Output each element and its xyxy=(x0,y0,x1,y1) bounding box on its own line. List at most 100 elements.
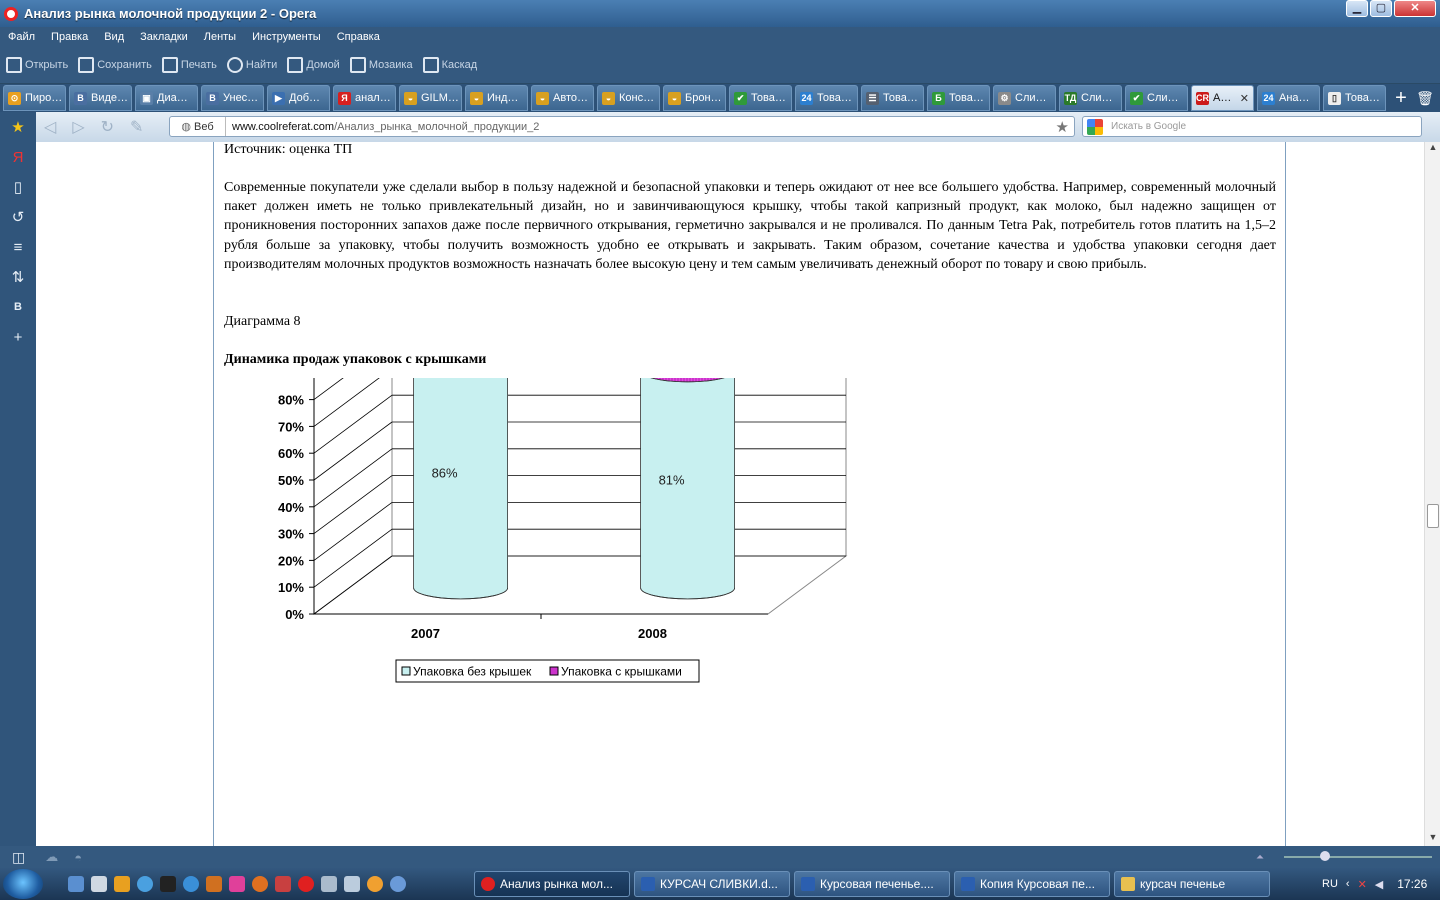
start-button[interactable] xyxy=(3,869,43,899)
globe-icon[interactable] xyxy=(183,876,199,892)
task-folder[interactable]: курсач печенье xyxy=(1114,871,1270,897)
search-input[interactable]: Искать в Google xyxy=(1082,116,1422,137)
tab-4[interactable]: ▶ Доб… xyxy=(267,85,330,111)
yandex-icon[interactable]: Я xyxy=(0,142,36,172)
view-icon[interactable]: ⏶ xyxy=(1256,852,1264,863)
menu-view[interactable]: Вид xyxy=(96,31,132,43)
volume-icon[interactable]: ◀ xyxy=(1375,878,1383,891)
edit-icon[interactable]: ✎ xyxy=(130,117,143,137)
scroll-down-icon[interactable]: ▼ xyxy=(1425,832,1440,846)
forward-icon[interactable]: ▷ xyxy=(72,117,84,137)
cloud-icon[interactable]: ☁ xyxy=(45,849,58,865)
tab-11[interactable]: ✔ Това… xyxy=(729,85,792,111)
tab-20[interactable]: ▯ Това… xyxy=(1323,85,1386,111)
menu-help[interactable]: Справка xyxy=(329,31,388,43)
tab-19[interactable]: 24 Ана… xyxy=(1257,85,1320,111)
trash-icon[interactable]: 🗑 xyxy=(1413,90,1437,107)
save-button[interactable]: Сохранить xyxy=(78,57,152,73)
opera-icon[interactable] xyxy=(298,876,314,892)
network-status-icon[interactable]: ✕ xyxy=(1358,878,1367,891)
zoom-slider-knob[interactable] xyxy=(1320,851,1330,861)
opera-logo-icon xyxy=(4,6,18,21)
turbo-icon[interactable]: ◓ xyxy=(74,850,82,865)
terminal-icon[interactable] xyxy=(160,876,176,892)
task-word-3[interactable]: Копия Курсовая пе... xyxy=(954,871,1110,897)
y-tick-label: 70% xyxy=(278,419,304,434)
firefox-icon[interactable] xyxy=(252,876,268,892)
tab-10[interactable]: ◒ Брон… xyxy=(663,85,726,111)
reload-icon[interactable]: ↻ xyxy=(101,117,114,137)
tab-16[interactable]: ТД Сли… xyxy=(1059,85,1122,111)
history-icon[interactable]: ↺ xyxy=(0,202,36,232)
vk-icon[interactable]: B xyxy=(0,292,36,322)
minimize-button[interactable]: ▁ xyxy=(1346,0,1368,17)
tab-9[interactable]: ◒ Конс… xyxy=(597,85,660,111)
explorer-icon[interactable] xyxy=(68,876,84,892)
web-badge[interactable]: ◍ Веб xyxy=(170,117,226,136)
transfers-icon[interactable]: ⇅ xyxy=(0,262,36,292)
tab-1[interactable]: B Виде… xyxy=(69,85,132,111)
print-button[interactable]: Печать xyxy=(161,57,217,73)
menu-tools[interactable]: Инструменты xyxy=(244,31,329,43)
scroll-up-icon[interactable]: ▲ xyxy=(1425,142,1440,156)
language-indicator[interactable]: RU xyxy=(1322,878,1338,890)
tab-12[interactable]: 24 Това… xyxy=(795,85,858,111)
tab-14[interactable]: Б Това… xyxy=(927,85,990,111)
device-icon[interactable] xyxy=(321,876,337,892)
notes-book-icon[interactable]: ▯ xyxy=(0,172,36,202)
tab-18[interactable]: CR А… ✕ xyxy=(1191,85,1254,111)
menu-bookmarks[interactable]: Закладки xyxy=(132,31,196,43)
printer-icon[interactable] xyxy=(344,876,360,892)
feeds-icon[interactable]: ≡ xyxy=(0,232,36,262)
back-icon[interactable]: ◁ xyxy=(44,117,56,137)
tab-label: Сли… xyxy=(1147,92,1179,104)
menu-edit[interactable]: Правка xyxy=(43,31,96,43)
find-button[interactable]: Найти xyxy=(226,57,277,73)
tab-2[interactable]: ▣ Диа… xyxy=(135,85,198,111)
tab-15[interactable]: ⚙ Сли… xyxy=(993,85,1056,111)
menu-feeds[interactable]: Ленты xyxy=(196,31,244,43)
ie-icon[interactable] xyxy=(137,876,153,892)
open-label: Открыть xyxy=(25,59,69,71)
home-button[interactable]: Домой xyxy=(287,57,340,73)
legend-label: Упаковка без крышек xyxy=(413,665,532,679)
photo-icon[interactable] xyxy=(206,876,222,892)
maximize-button[interactable]: ▢ xyxy=(1370,0,1392,17)
url-input[interactable]: ◍ Веб www.coolreferat.com/Анализ_рынка_мо… xyxy=(169,116,1075,137)
tab-5[interactable]: Яанал… xyxy=(333,85,396,111)
tab-3[interactable]: B Унес… xyxy=(201,85,264,111)
zoom-slider[interactable] xyxy=(1284,856,1432,858)
bow-icon[interactable] xyxy=(229,876,245,892)
menu-file[interactable]: Файл xyxy=(0,31,43,43)
bookmarks-star-icon[interactable]: ★ xyxy=(0,112,36,142)
close-button[interactable]: ✕ xyxy=(1394,0,1436,17)
scroll-thumb[interactable] xyxy=(1427,504,1439,528)
open-button[interactable]: Открыть xyxy=(6,57,68,73)
desktop-icon[interactable] xyxy=(91,876,107,892)
tab-8[interactable]: ◒ Авто… xyxy=(531,85,594,111)
store-icon[interactable] xyxy=(275,876,291,892)
tab-0[interactable]: ⊙ Пиро… xyxy=(3,85,66,111)
network-icon[interactable] xyxy=(390,876,406,892)
add-panel-icon[interactable]: + xyxy=(0,322,36,352)
panel-toggle-icon[interactable]: ◫ xyxy=(12,849,25,866)
chrome-icon[interactable] xyxy=(367,876,383,892)
cascade-button[interactable]: Каскад xyxy=(422,57,477,73)
tab-bar: ⊙ Пиро… B Виде… ▣ Диа… B Унес… ▶ Доб… Яанал… ◒ GILM…… xyxy=(0,84,1440,112)
tab-17[interactable]: ✔ Сли… xyxy=(1125,85,1188,111)
bookmark-star-icon[interactable]: ★ xyxy=(1056,118,1069,136)
task-word-1[interactable]: КУРСАЧ СЛИВКИ.d... xyxy=(634,871,790,897)
task-word-2[interactable]: Курсовая печенье.... xyxy=(794,871,950,897)
new-tab-button[interactable]: + xyxy=(1389,87,1413,110)
tab-favicon-icon: ▶ xyxy=(272,91,285,105)
tray-expand-icon[interactable]: ‹ xyxy=(1346,878,1350,890)
tab-6[interactable]: ◒ GILM… xyxy=(399,85,462,111)
avast-icon[interactable] xyxy=(114,876,130,892)
tab-label: Това… xyxy=(1345,92,1380,104)
tab-7[interactable]: ◒ Инд… xyxy=(465,85,528,111)
task-opera[interactable]: Анализ рынка мол... xyxy=(474,871,630,897)
tab-13[interactable]: ☰ Това… xyxy=(861,85,924,111)
vertical-scrollbar[interactable]: ▲ ▼ xyxy=(1424,142,1440,846)
tile-button[interactable]: Мозаика xyxy=(349,57,413,73)
tab-close-icon[interactable]: ✕ xyxy=(1240,92,1249,105)
